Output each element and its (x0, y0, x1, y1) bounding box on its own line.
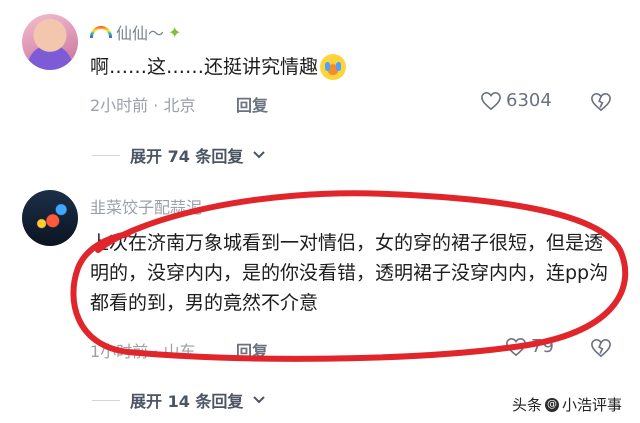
heart-icon (481, 91, 501, 110)
watermark: 头条 @ 小浩评事 (512, 394, 622, 415)
chevron-down-icon (253, 151, 266, 159)
chevron-down-icon (253, 396, 266, 404)
expand-label: 展开 74 条回复 (130, 147, 244, 166)
username-text: 仙仙～ (116, 24, 165, 43)
reply-button[interactable]: 回复 (236, 92, 268, 116)
crying-face-emoji (320, 54, 347, 80)
expand-replies-button[interactable]: 展开 74 条回复 (92, 143, 266, 167)
avatar[interactable] (22, 14, 78, 70)
comment-meta: 2小时前 · 北京 (90, 96, 196, 115)
expand-label: 展开 14 条回复 (130, 392, 244, 411)
comment-text: 啊……这……还挺讲究情趣 (90, 52, 347, 82)
expand-replies-button[interactable]: 展开 14 条回复 (92, 388, 266, 412)
comment-body: 啊……这……还挺讲究情趣 (90, 56, 319, 78)
at-icon: @ (545, 397, 560, 412)
highlight-circle (70, 190, 629, 362)
divider (92, 154, 120, 156)
watermark-prefix: 头条 (512, 396, 543, 414)
like-button[interactable]: 6304 (480, 90, 552, 111)
divider (92, 399, 120, 401)
watermark-handle: 小浩评事 (562, 396, 623, 414)
like-count: 6304 (506, 90, 552, 111)
comment-username[interactable]: 仙仙～ ✦ (90, 20, 181, 44)
fairy-icon: ✦ (168, 22, 182, 42)
rainbow-icon (90, 26, 112, 38)
broken-heart-icon[interactable] (590, 92, 612, 112)
